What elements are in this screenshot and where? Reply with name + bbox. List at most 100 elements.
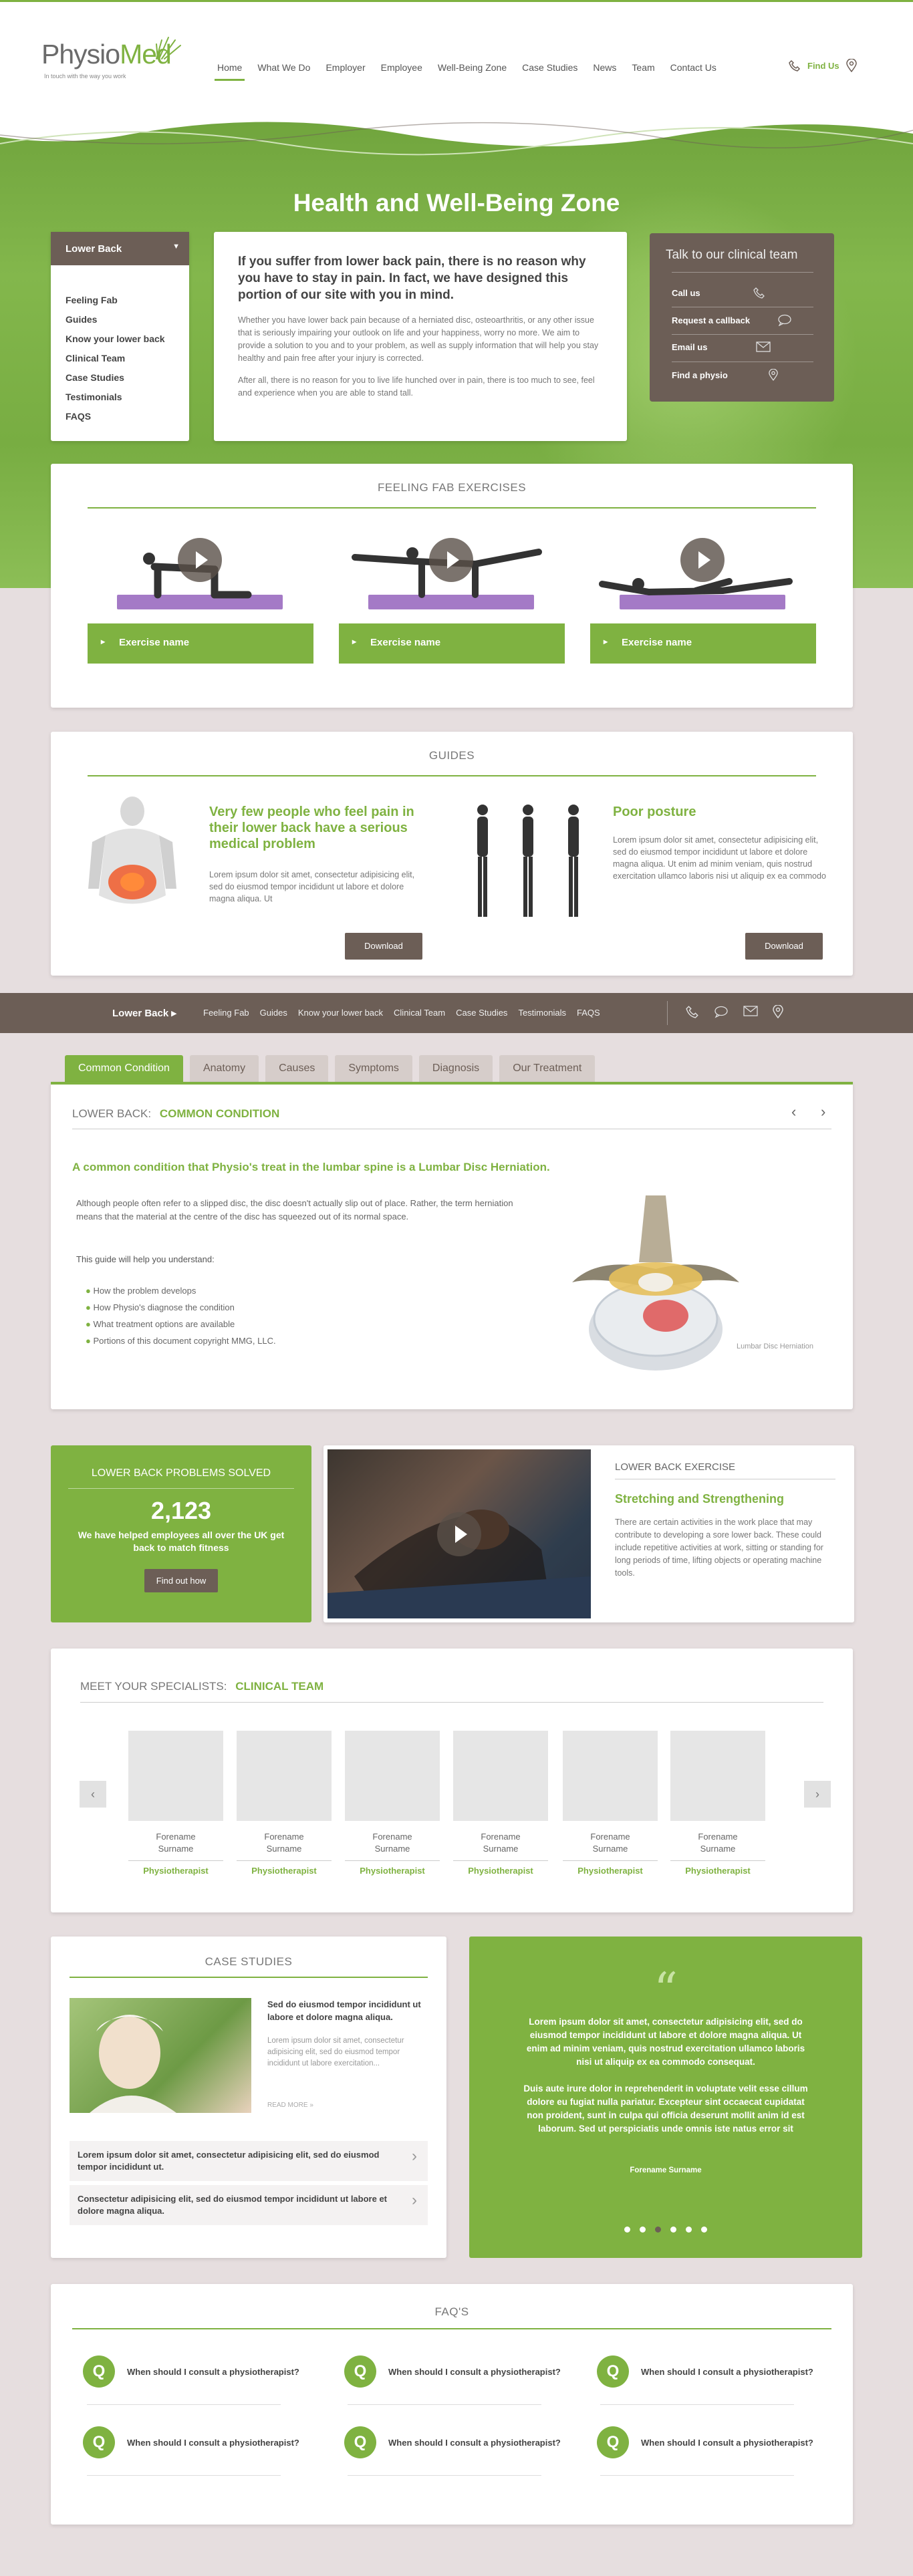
condition-bullets: ● How the problem develops ● How Physio'… bbox=[86, 1286, 276, 1346]
download-button[interactable]: Download bbox=[745, 933, 823, 960]
play-button[interactable] bbox=[178, 538, 222, 582]
faq-item[interactable]: Q When should I consult a physiotherapist… bbox=[597, 2355, 813, 2388]
team-member[interactable]: Forename Surname Physiotherapist bbox=[345, 1731, 440, 1876]
exercise-card[interactable]: Exercise name bbox=[88, 517, 313, 664]
map-pin-icon bbox=[845, 59, 857, 72]
team-member[interactable]: Forename Surname Physiotherapist bbox=[237, 1731, 332, 1876]
team-member[interactable]: Forename Surname Physiotherapist bbox=[563, 1731, 658, 1876]
faq-item[interactable]: Q When should I consult a physiotherapist… bbox=[83, 2355, 299, 2388]
chat-icon bbox=[777, 314, 791, 326]
subnav-guides[interactable]: Guides bbox=[260, 1008, 287, 1018]
sidebar-item-clinical-team[interactable]: Clinical Team bbox=[66, 353, 165, 372]
sidebar-item-guides[interactable]: Guides bbox=[66, 314, 165, 333]
nav-employer[interactable]: Employer bbox=[325, 62, 365, 73]
subnav-clinical-team[interactable]: Clinical Team bbox=[394, 1008, 445, 1018]
sidebar-item-know-your-lower-back[interactable]: Know your lower back bbox=[66, 333, 165, 353]
subnav-testimonials[interactable]: Testimonials bbox=[518, 1008, 566, 1018]
avatar bbox=[345, 1731, 440, 1821]
find-us-link[interactable]: Find Us bbox=[789, 59, 857, 72]
nav-home[interactable]: Home bbox=[214, 62, 245, 81]
subnav-feeling-fab[interactable]: Feeling Fab bbox=[203, 1008, 249, 1018]
slide-dot[interactable] bbox=[670, 2227, 676, 2233]
nav-contact-us[interactable]: Contact Us bbox=[670, 62, 716, 73]
map-pin-icon[interactable] bbox=[773, 1005, 783, 1018]
exercise-name[interactable]: Exercise name bbox=[590, 623, 816, 664]
faq-item[interactable]: Q When should I consult a physiotherapist… bbox=[344, 2426, 561, 2458]
exercise-card[interactable]: Exercise name bbox=[339, 517, 565, 664]
subnav-know-your-lower-back[interactable]: Know your lower back bbox=[298, 1008, 383, 1018]
carousel-prev-button[interactable]: ‹ bbox=[80, 1781, 106, 1808]
play-button[interactable] bbox=[437, 1512, 481, 1556]
condition-tabs: Common Condition Anatomy Causes Symptoms… bbox=[65, 1055, 596, 1082]
subnav-faqs[interactable]: FAQS bbox=[577, 1008, 600, 1018]
sidebar-item-testimonials[interactable]: Testimonials bbox=[66, 392, 165, 411]
logo[interactable]: PhysioMed In touch with the way you work bbox=[41, 37, 181, 80]
phone-icon bbox=[789, 59, 801, 71]
member-forename: Forename bbox=[481, 1832, 521, 1842]
team-member[interactable]: Forename Surname Physiotherapist bbox=[453, 1731, 548, 1876]
play-button[interactable] bbox=[680, 538, 725, 582]
guide-title[interactable]: Poor posture bbox=[613, 804, 827, 820]
case-feature-title[interactable]: Sed do eiusmod tempor incididunt ut labo… bbox=[267, 1998, 430, 2023]
find-physio-row[interactable]: Find a physio bbox=[672, 369, 819, 381]
slide-dot[interactable] bbox=[686, 2227, 692, 2233]
exercise-video-thumbnail[interactable] bbox=[328, 1449, 591, 1618]
play-button[interactable] bbox=[429, 538, 473, 582]
download-button[interactable]: Download bbox=[345, 933, 422, 960]
sidebar-current-label: Lower Back bbox=[66, 243, 122, 255]
chat-icon[interactable] bbox=[714, 1005, 729, 1018]
prev-arrow-icon[interactable]: ‹ bbox=[791, 1103, 796, 1121]
team-member[interactable]: Forename Surname Physiotherapist bbox=[128, 1731, 223, 1876]
nav-employee[interactable]: Employee bbox=[381, 62, 422, 73]
read-more-link[interactable]: READ MORE » bbox=[267, 2102, 313, 2109]
tab-symptoms[interactable]: Symptoms bbox=[335, 1055, 412, 1082]
phone-icon bbox=[753, 287, 765, 299]
sidebar-item-feeling-fab[interactable]: Feeling Fab bbox=[66, 295, 165, 314]
subnav-case-studies[interactable]: Case Studies bbox=[456, 1008, 507, 1018]
tab-our-treatment[interactable]: Our Treatment bbox=[499, 1055, 596, 1082]
subnav-current[interactable]: Lower Back ▸ bbox=[112, 1007, 176, 1019]
envelope-icon[interactable] bbox=[743, 1005, 758, 1017]
guide-title[interactable]: Very few people who feel pain in their l… bbox=[209, 804, 430, 852]
email-us-row[interactable]: Email us bbox=[672, 341, 819, 352]
faq-item[interactable]: Q When should I consult a physiotherapist… bbox=[344, 2355, 561, 2388]
tab-common-condition[interactable]: Common Condition bbox=[65, 1055, 183, 1082]
nav-case-studies[interactable]: Case Studies bbox=[522, 62, 577, 73]
slide-dot[interactable] bbox=[701, 2227, 707, 2233]
case-study-row[interactable]: Lorem ipsum dolor sit amet, consectetur … bbox=[70, 2141, 428, 2181]
avatar bbox=[453, 1731, 548, 1821]
tab-causes[interactable]: Causes bbox=[265, 1055, 329, 1082]
nav-news[interactable]: News bbox=[593, 62, 616, 73]
call-us-row[interactable]: Call us bbox=[672, 287, 819, 299]
exercise-name[interactable]: Exercise name bbox=[339, 623, 565, 664]
next-arrow-icon[interactable]: › bbox=[821, 1103, 825, 1121]
slide-dot[interactable] bbox=[640, 2227, 646, 2233]
carousel-next-button[interactable]: › bbox=[804, 1781, 831, 1808]
intro-paragraph-2: After all, there is no reason for you to… bbox=[238, 376, 595, 398]
nav-what-we-do[interactable]: What We Do bbox=[257, 62, 310, 73]
slide-dot[interactable] bbox=[655, 2227, 661, 2233]
case-studies-title: CASE STUDIES bbox=[205, 1955, 293, 1968]
testimonial-paragraph: Lorem ipsum dolor sit amet, consectetur … bbox=[526, 2017, 805, 2067]
case-study-photo[interactable] bbox=[70, 1998, 251, 2113]
tab-diagnosis[interactable]: Diagnosis bbox=[418, 1055, 493, 1082]
sidebar-item-faqs[interactable]: FAQS bbox=[66, 411, 165, 430]
request-callback-row[interactable]: Request a callback bbox=[672, 314, 819, 326]
find-out-how-button[interactable]: Find out how bbox=[144, 1569, 219, 1592]
faq-item[interactable]: Q When should I consult a physiotherapist… bbox=[83, 2426, 299, 2458]
nav-well-being-zone[interactable]: Well-Being Zone bbox=[438, 62, 507, 73]
q-icon: Q bbox=[597, 2355, 629, 2388]
case-study-row[interactable]: Consectetur adipisicing elit, sed do eiu… bbox=[70, 2185, 428, 2225]
exercise-name[interactable]: Exercise name bbox=[88, 623, 313, 664]
sidebar-dropdown[interactable]: Lower Back ▼ bbox=[51, 232, 189, 265]
exercise-card[interactable]: Exercise name bbox=[590, 517, 816, 664]
sidebar-item-case-studies[interactable]: Case Studies bbox=[66, 372, 165, 392]
phone-icon[interactable] bbox=[686, 1005, 699, 1018]
team-member[interactable]: Forename Surname Physiotherapist bbox=[670, 1731, 765, 1876]
faq-item[interactable]: Q When should I consult a physiotherapist… bbox=[597, 2426, 813, 2458]
slide-dots bbox=[469, 2227, 862, 2233]
slide-dot[interactable] bbox=[624, 2227, 630, 2233]
tab-anatomy[interactable]: Anatomy bbox=[189, 1055, 259, 1082]
member-forename: Forename bbox=[372, 1832, 412, 1842]
nav-team[interactable]: Team bbox=[632, 62, 654, 73]
